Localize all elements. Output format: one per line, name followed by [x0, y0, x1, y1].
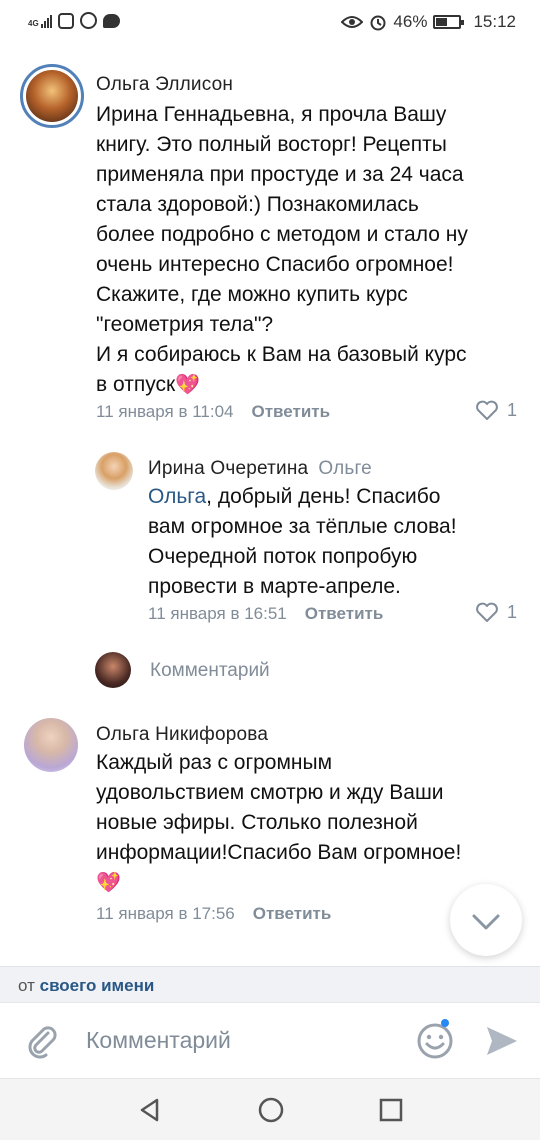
heart-icon [476, 400, 498, 420]
comment-input[interactable]: Комментарий [86, 1027, 231, 1054]
comment-meta: 11 января в 17:56 Ответить [96, 904, 331, 924]
network-indicator: 4G [28, 14, 52, 28]
comment-item: Ольга Эллисон Ирина Геннадьевна, я прочл… [0, 62, 540, 432]
mention-link[interactable]: Ольга [148, 485, 206, 508]
like-count: 1 [507, 400, 518, 420]
avatar [95, 652, 131, 688]
eye-icon [341, 16, 364, 28]
sparkling-heart-emoji: 💖 [96, 872, 121, 894]
comment-author: Ирина Очеретина Ольге [148, 458, 372, 480]
recent-apps-icon[interactable] [378, 1097, 404, 1123]
system-navigation-bar [0, 1078, 540, 1140]
reply-button[interactable]: Ответить [305, 604, 384, 624]
comment-meta: 11 января в 16:51 Ответить [148, 604, 383, 624]
send-icon[interactable] [484, 1023, 520, 1059]
status-right: 46% 15:12 [341, 12, 516, 32]
reply-button[interactable]: Ответить [252, 402, 331, 422]
comment-author-name[interactable]: Ирина Очеретина [148, 458, 308, 479]
avatar[interactable] [24, 718, 78, 772]
comment-composer: Комментарий [0, 1002, 540, 1078]
clock: 15:12 [473, 12, 516, 31]
comment-date: 11 января в 11:04 [96, 402, 234, 421]
post-as-label: от своего имени [18, 976, 154, 996]
comment-body: Каждый раз с огромным удовольствием смот… [96, 751, 462, 864]
comment-date: 11 января в 16:51 [148, 604, 287, 623]
post-as-bar[interactable]: от своего имени [0, 966, 540, 1002]
reply-button[interactable]: Ответить [253, 904, 332, 924]
like-count: 1 [507, 602, 518, 622]
comment-text: Каждый раз с огромным удовольствием смот… [96, 748, 526, 898]
chevron-down-icon [472, 914, 500, 930]
battery-icon [433, 15, 465, 29]
smile-icon[interactable] [415, 1021, 455, 1061]
battery-percent: 46% [393, 12, 428, 31]
home-icon[interactable] [257, 1096, 285, 1124]
comment-author[interactable]: Ольга Никифорова [96, 724, 268, 746]
comment-date: 11 января в 17:56 [96, 904, 235, 923]
viber-icon [79, 12, 97, 29]
chat-icon [102, 13, 120, 28]
reply-to-label[interactable]: Ольге [318, 458, 372, 479]
comment-text: Ирина Геннадьевна, я прочла Вашу книгу. … [96, 100, 526, 400]
post-as-name[interactable]: своего имени [40, 976, 155, 995]
avatar[interactable] [20, 64, 84, 128]
status-bar: 4G 46% 15:12 [0, 0, 540, 46]
back-icon[interactable] [137, 1097, 163, 1123]
sparkling-heart-emoji: 💖 [175, 374, 201, 396]
comment-body: Ирина Геннадьевна, я прочла Вашу книгу. … [96, 103, 468, 396]
post-as-prefix: от [18, 976, 35, 995]
emoji-notification-dot [441, 1019, 449, 1027]
comment-author[interactable]: Ольга Эллисон [96, 74, 233, 96]
like-button[interactable]: 1 [475, 602, 517, 623]
comment-reply-item: Ирина Очеретина Ольге Ольга, добрый день!… [0, 450, 540, 630]
reply-comment-placeholder: Комментарий [150, 660, 270, 681]
scroll-down-button[interactable] [450, 884, 522, 956]
comment-text: Ольга, добрый день! Спасибо вам огромное… [148, 482, 528, 602]
reply-comment-prompt[interactable]: Комментарий [95, 652, 395, 692]
signal-icon [40, 14, 52, 28]
like-button[interactable]: 1 [475, 400, 517, 421]
paperclip-icon[interactable] [24, 1023, 60, 1059]
app-notification-icon [57, 12, 74, 29]
heart-icon [476, 602, 498, 622]
comment-meta: 11 января в 11:04 Ответить [96, 402, 330, 422]
status-left: 4G [28, 12, 120, 29]
network-type: 4G [28, 18, 39, 28]
avatar[interactable] [95, 452, 133, 490]
alarm-icon [370, 15, 386, 31]
